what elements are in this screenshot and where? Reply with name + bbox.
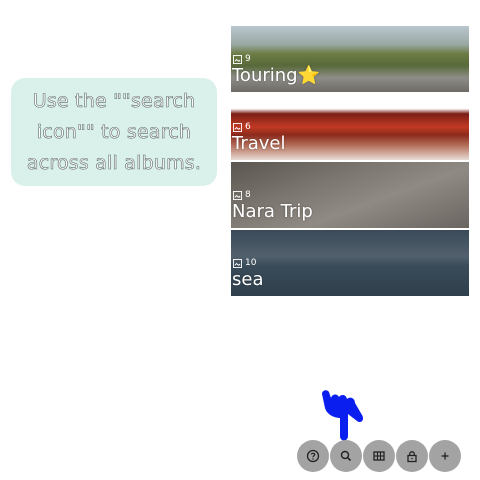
photo-icon (233, 122, 242, 132)
photo-count: 9 (233, 54, 251, 64)
album-cover-image (231, 230, 469, 296)
album-card-touring[interactable]: 9 Touring⭐ (231, 26, 469, 92)
photo-count-value: 6 (245, 122, 251, 132)
photo-icon (233, 54, 242, 64)
album-card-travel[interactable]: 6 Travel (231, 94, 469, 160)
photo-count: 8 (233, 190, 251, 200)
tutorial-tooltip: Use the ""search icon"" to search across… (11, 78, 217, 186)
album-list: 9 Touring⭐ 6 Travel 8 Nara Trip 10 sea (231, 26, 469, 298)
lock-icon (407, 451, 417, 463)
lock-button[interactable] (396, 440, 428, 472)
tooltip-text: Use the ""search icon"" to search across… (26, 89, 202, 174)
pointer-hand-icon (322, 390, 364, 441)
album-card-sea[interactable]: 10 sea (231, 230, 469, 296)
bottom-toolbar (297, 440, 461, 472)
photo-icon (233, 258, 242, 268)
photo-count-value: 9 (245, 54, 251, 64)
album-title: Nara Trip (232, 201, 313, 222)
album-title: Travel (232, 133, 286, 154)
help-icon (306, 449, 320, 463)
photo-count: 10 (233, 258, 256, 268)
album-title: sea (232, 269, 264, 290)
photo-icon (233, 190, 242, 200)
search-icon (340, 450, 352, 462)
album-view-button[interactable] (363, 440, 395, 472)
help-button[interactable] (297, 440, 329, 472)
photo-count: 6 (233, 122, 251, 132)
album-grid-icon (373, 451, 385, 461)
plus-icon (441, 452, 449, 460)
photo-count-value: 8 (245, 190, 251, 200)
album-title: Touring⭐ (232, 65, 321, 86)
album-card-nara-trip[interactable]: 8 Nara Trip (231, 162, 469, 228)
add-button[interactable] (429, 440, 461, 472)
search-button[interactable] (330, 440, 362, 472)
photo-count-value: 10 (245, 258, 257, 268)
